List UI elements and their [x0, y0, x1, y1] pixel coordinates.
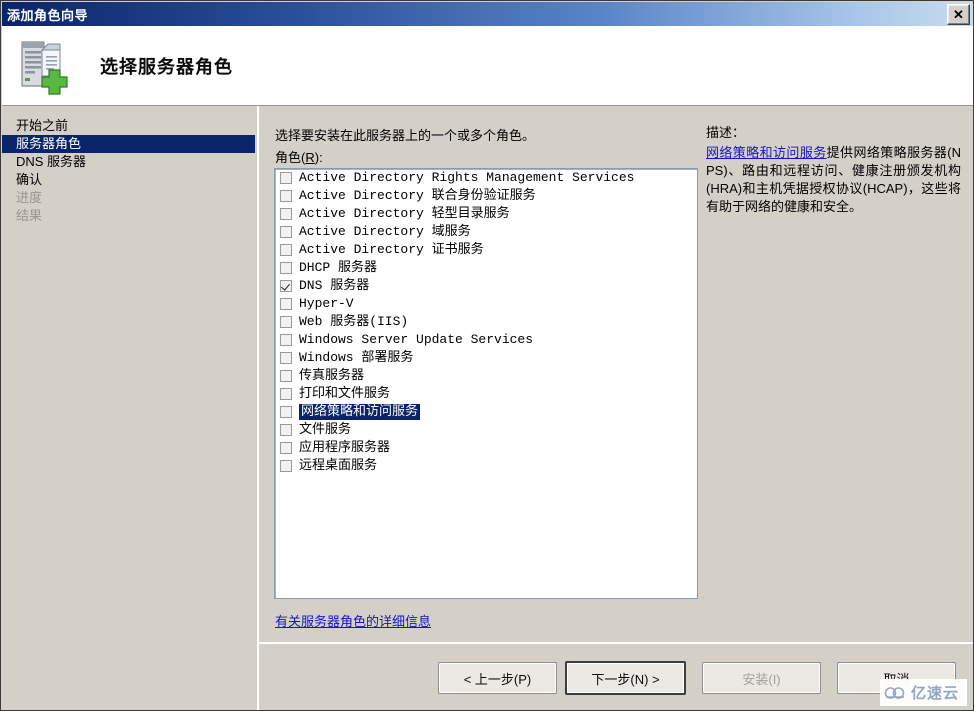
main-content-panel: 选择要安装在此服务器上的一个或多个角色。 角色(R): Active Direc… [259, 106, 973, 642]
title-bar-buttons: ✕ [947, 3, 973, 25]
sidebar-item-list: 开始之前服务器角色 DNS 服务器 确认进度结果 [2, 106, 257, 225]
role-checkbox[interactable] [280, 190, 292, 202]
install-button: 安装(I) [702, 662, 821, 694]
role-checkbox[interactable] [280, 316, 292, 328]
sidebar-item-label: 服务器角色 [16, 136, 82, 151]
role-list-item[interactable]: Active Directory 证书服务 [275, 241, 697, 259]
role-list-item[interactable]: Active Directory 轻型目录服务 [275, 205, 697, 223]
role-list-item[interactable]: Web 服务器(IIS) [275, 313, 697, 331]
back-button[interactable]: < 上一步(P) [438, 662, 557, 694]
role-list-item[interactable]: DNS 服务器 [275, 277, 697, 295]
watermark: 亿速云 [879, 679, 967, 706]
window-title: 添加角色向导 [7, 7, 89, 23]
role-list-item[interactable]: Active Directory Rights Management Servi… [275, 169, 697, 187]
role-label: Active Directory 联合身份验证服务 [299, 188, 536, 203]
role-label: Windows 部署服务 [299, 350, 414, 365]
roles-label-accel: R [305, 150, 315, 165]
watermark-text: 亿速云 [910, 685, 959, 702]
role-checkbox[interactable] [280, 370, 292, 382]
role-label: Web 服务器(IIS) [299, 314, 409, 329]
wizard-footer: < 上一步(P) 下一步(N) > 安装(I) 取消 [259, 644, 973, 710]
role-list-item[interactable]: 应用程序服务器 [275, 439, 697, 457]
role-checkbox[interactable] [280, 442, 292, 454]
role-label: 打印和文件服务 [299, 386, 391, 401]
sidebar-item-2[interactable]: DNS 服务器 [2, 153, 257, 171]
role-label: 传真服务器 [299, 368, 365, 383]
role-list-item[interactable]: 网络策略和访问服务 [275, 403, 697, 421]
sidebar-item-label: DNS 服务器 [16, 154, 87, 169]
role-checkbox[interactable] [280, 262, 292, 274]
role-checkbox[interactable] [280, 172, 292, 184]
role-checkbox[interactable] [280, 208, 292, 220]
sidebar-item-3[interactable]: 确认 [2, 171, 257, 189]
more-info-link[interactable]: 有关服务器角色的详细信息 [275, 611, 431, 630]
role-list-item[interactable]: 传真服务器 [275, 367, 697, 385]
instruction-text: 选择要安装在此服务器上的一个或多个角色。 [275, 128, 536, 143]
role-checkbox[interactable] [280, 226, 292, 238]
wizard-step-sidebar: 开始之前服务器角色 DNS 服务器 确认进度结果 [2, 106, 257, 710]
cloud-icon [884, 686, 905, 699]
role-checkbox[interactable] [280, 388, 292, 400]
sidebar-item-0[interactable]: 开始之前 [2, 117, 257, 135]
role-label: Active Directory Rights Management Servi… [299, 170, 635, 185]
next-button[interactable]: 下一步(N) > [565, 661, 686, 695]
role-checkbox[interactable] [280, 334, 292, 346]
role-checkbox[interactable] [280, 244, 292, 256]
role-list-item[interactable]: 远程桌面服务 [275, 457, 697, 475]
role-checkbox[interactable] [280, 406, 292, 418]
add-roles-wizard-window: 添加角色向导 ✕ 选择服务器角色 开始之前 服务器角色 DNS 服务器 确认 进… [0, 0, 974, 711]
sidebar-item-label: 结果 [16, 208, 43, 223]
server-add-icon [16, 36, 76, 96]
role-label: Active Directory 域服务 [299, 224, 471, 239]
description-role-link[interactable]: 网络策略和访问服务 [706, 145, 827, 160]
role-label: DHCP 服务器 [299, 260, 378, 275]
description-title: 描述： [706, 125, 746, 140]
role-list-item[interactable]: Active Directory 联合身份验证服务 [275, 187, 697, 205]
role-list-item[interactable]: DHCP 服务器 [275, 259, 697, 277]
role-list-item[interactable]: Windows 部署服务 [275, 349, 697, 367]
roles-listbox[interactable]: Active Directory Rights Management Servi… [274, 168, 698, 599]
role-label: 网络策略和访问服务 [299, 404, 421, 420]
sidebar-item-4: 进度 [2, 189, 257, 207]
roles-label-suffix: ): [314, 150, 323, 165]
role-checkbox[interactable] [280, 352, 292, 364]
role-label: Windows Server Update Services [299, 332, 534, 347]
role-checkbox[interactable] [280, 298, 292, 310]
sidebar-item-label: 开始之前 [16, 118, 69, 133]
wizard-header: 选择服务器角色 [2, 26, 973, 105]
role-checkbox[interactable] [280, 460, 292, 472]
role-label: DNS 服务器 [299, 278, 370, 293]
sidebar-item-label: 进度 [16, 190, 43, 205]
role-label: 文件服务 [299, 422, 352, 437]
roles-list-label: 角色(R): [275, 147, 323, 166]
sidebar-item-5: 结果 [2, 207, 257, 225]
footer-button-row: < 上一步(P) 下一步(N) > 安装(I) 取消 [430, 661, 956, 695]
sidebar-item-1[interactable]: 服务器角色 [2, 135, 255, 153]
role-list-item[interactable]: Hyper-V [275, 295, 697, 313]
page-title: 选择服务器角色 [100, 56, 233, 77]
role-label: Active Directory 证书服务 [299, 242, 484, 257]
role-list-item[interactable]: Windows Server Update Services [275, 331, 697, 349]
close-icon[interactable]: ✕ [947, 3, 970, 25]
role-checkbox[interactable] [280, 280, 292, 292]
title-bar: 添加角色向导 ✕ [2, 2, 973, 26]
role-list-item[interactable]: 打印和文件服务 [275, 385, 697, 403]
role-checkbox[interactable] [280, 424, 292, 436]
role-label: Hyper-V [299, 296, 354, 311]
role-list-item[interactable]: Active Directory 域服务 [275, 223, 697, 241]
role-label: 应用程序服务器 [299, 440, 391, 455]
description-pane: 描述： 网络策略和访问服务提供网络策略服务器(NPS)、路由和远程访问、健康注册… [706, 122, 961, 216]
roles-label-prefix: 角色( [275, 150, 306, 165]
role-label: Active Directory 轻型目录服务 [299, 206, 510, 221]
role-list-item[interactable]: 文件服务 [275, 421, 697, 439]
description-body: 网络策略和访问服务提供网络策略服务器(NPS)、路由和远程访问、健康注册颁发机构… [706, 144, 961, 216]
role-label: 远程桌面服务 [299, 458, 378, 473]
sidebar-item-label: 确认 [16, 172, 43, 187]
